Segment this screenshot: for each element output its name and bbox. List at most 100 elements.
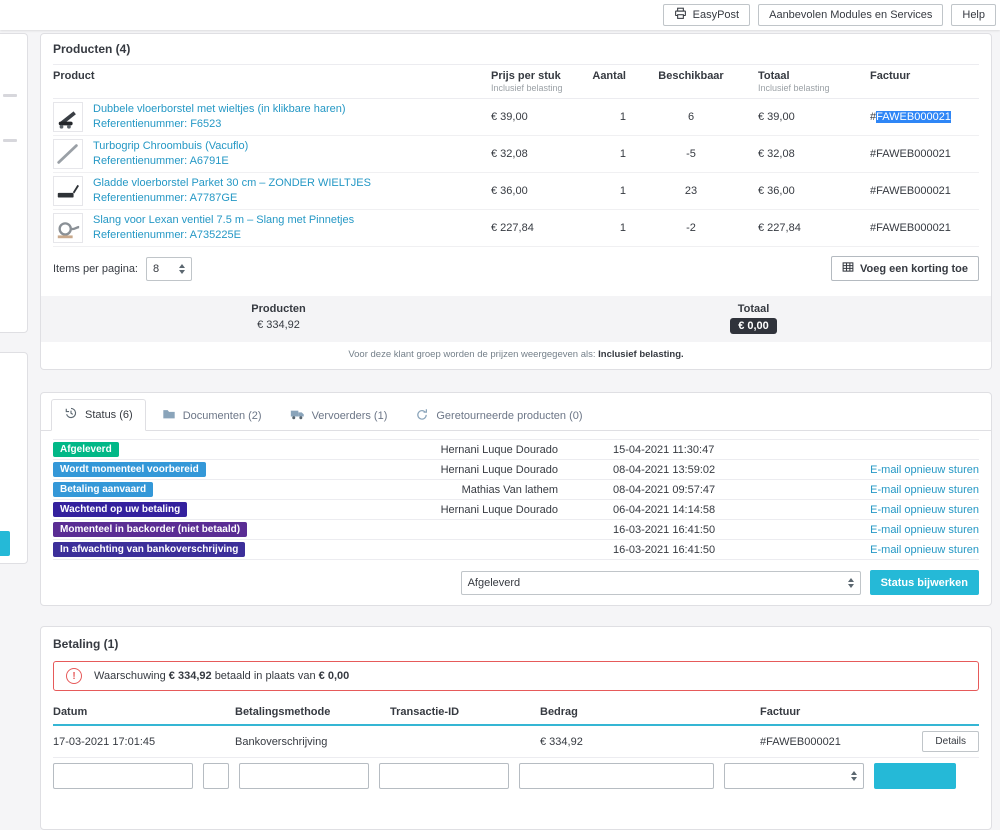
payment-date-input[interactable] — [53, 763, 193, 789]
tax-display-footnote: Voor deze klant groep worden de prijzen … — [53, 342, 979, 369]
status-history-list: Afgeleverd Hernani Luque Dourado 15-04-2… — [53, 439, 979, 560]
resend-email-link[interactable]: E-mail opnieuw sturen — [808, 484, 979, 496]
product-invoice: #FAWEB000021 — [856, 185, 979, 197]
status-row: Momenteel in backorder (niet betaald) 16… — [53, 520, 979, 540]
product-total: € 32,08 — [746, 148, 856, 160]
left-panel-fragment-top — [0, 33, 28, 333]
product-unit-price: € 227,84 — [491, 222, 591, 234]
tab-documents[interactable]: Documenten (2) — [150, 401, 274, 431]
status-date: 06-04-2021 14:14:58 — [558, 504, 808, 516]
payment-warning-alert: ! Waarschuwing € 334,92 betaald in plaat… — [53, 661, 979, 691]
printer-icon — [674, 7, 687, 23]
status-row: In afwachting van bankoverschrijving 16-… — [53, 540, 979, 560]
add-payment-button[interactable] — [874, 763, 956, 789]
resend-email-link[interactable]: E-mail opnieuw sturen — [808, 544, 979, 556]
product-total: € 227,84 — [746, 222, 856, 234]
status-badge: In afwachting van bankoverschrijving — [53, 542, 245, 558]
tab-status[interactable]: Status (6) — [51, 399, 146, 431]
product-quantity: 1 — [591, 111, 636, 123]
status-row: Wachtend op uw betaling Hernani Luque Do… — [53, 500, 979, 520]
history-icon — [64, 406, 78, 423]
product-quantity: 1 — [591, 148, 636, 160]
status-date: 16-03-2021 16:41:50 — [558, 544, 808, 556]
recommended-modules-button[interactable]: Aanbevolen Modules en Services — [758, 4, 943, 26]
product-reference: Referentienummer: A6791E — [93, 154, 248, 169]
product-reference: Referentienummer: A735225E — [93, 228, 354, 243]
payment-invoice: #FAWEB000021 — [760, 736, 910, 748]
payment-method-input[interactable] — [239, 763, 369, 789]
status-badge: Momenteel in backorder (niet betaald) — [53, 522, 247, 538]
status-date: 16-03-2021 16:41:50 — [558, 524, 808, 536]
resend-email-link[interactable]: E-mail opnieuw sturen — [808, 464, 979, 476]
col-transaction-id: Transactie-ID — [390, 706, 540, 718]
product-total: € 39,00 — [746, 111, 856, 123]
add-discount-button[interactable]: Voeg een korting toe — [831, 256, 979, 281]
status-employee: Mathias Van lathem — [403, 484, 558, 496]
product-quantity: 1 — [591, 222, 636, 234]
product-unit-price: € 36,00 — [491, 185, 591, 197]
summary-products-label: Producten — [41, 303, 516, 315]
payment-date: 17-03-2021 17:01:45 — [53, 736, 235, 748]
col-invoice: Factuur — [856, 70, 979, 82]
product-quantity: 1 — [591, 185, 636, 197]
product-thumbnail — [53, 139, 83, 169]
amount-input[interactable] — [519, 763, 714, 789]
status-select[interactable]: Afgeleverd — [461, 571, 861, 595]
transaction-id-input[interactable] — [379, 763, 509, 789]
status-employee: Hernani Luque Dourado — [403, 464, 558, 476]
product-name-link[interactable]: Slang voor Lexan ventiel 7.5 m – Slang m… — [93, 213, 354, 228]
col-total-note: Inclusief belasting — [758, 83, 856, 93]
product-row: Gladde vloerborstel Parket 30 cm – ZONDE… — [53, 173, 979, 210]
resend-email-link[interactable]: E-mail opnieuw sturen — [808, 504, 979, 516]
invoice-select[interactable] — [724, 763, 864, 789]
product-invoice: #FAWEB000021 — [856, 111, 979, 123]
items-per-page-value: 8 — [153, 263, 159, 275]
tab-carriers-label: Vervoerders (1) — [312, 410, 388, 422]
status-select-value: Afgeleverd — [468, 577, 521, 589]
product-name-link[interactable]: Dubbele vloerborstel met wieltjes (in kl… — [93, 102, 346, 117]
product-thumbnail — [53, 102, 83, 132]
product-available: 6 — [636, 111, 746, 123]
col-unit-price-note: Inclusief belasting — [491, 83, 591, 93]
payment-details-button[interactable]: Details — [922, 731, 979, 752]
tab-returned-products[interactable]: Geretourneerde producten (0) — [403, 401, 594, 431]
easypost-button-label: EasyPost — [693, 9, 739, 21]
calendar-button[interactable] — [203, 763, 229, 789]
summary-total-badge: € 0,00 — [730, 318, 777, 334]
status-date: 08-04-2021 09:57:47 — [558, 484, 808, 496]
help-button[interactable]: Help — [951, 4, 996, 26]
items-per-page-select[interactable]: 8 — [146, 257, 192, 281]
resend-email-link[interactable]: E-mail opnieuw sturen — [808, 524, 979, 536]
status-employee: Hernani Luque Dourado — [403, 444, 558, 456]
products-panel: Producten (4) Product Prijs per stuk Inc… — [40, 33, 992, 370]
tab-carriers[interactable]: Vervoerders (1) — [278, 401, 400, 431]
status-tabbar: Status (6) Documenten (2) Vervoerders (1… — [41, 393, 991, 431]
col-unit-price: Prijs per stuk — [491, 70, 591, 82]
product-total: € 36,00 — [746, 185, 856, 197]
status-panel: Status (6) Documenten (2) Vervoerders (1… — [40, 392, 992, 606]
col-quantity: Aantal — [591, 70, 636, 82]
col-available: Beschikbaar — [636, 70, 746, 82]
status-date: 15-04-2021 11:30:47 — [558, 444, 808, 456]
products-panel-title: Producten (4) — [53, 40, 979, 64]
payment-warning-text: Waarschuwing € 334,92 betaald in plaats … — [94, 670, 349, 682]
left-cutoff-teal-button[interactable] — [0, 531, 10, 556]
status-date: 08-04-2021 13:59:02 — [558, 464, 808, 476]
status-badge: Betaling aanvaard — [53, 482, 153, 498]
col-product: Product — [53, 70, 491, 82]
tab-documents-label: Documenten (2) — [183, 410, 262, 422]
product-name-link[interactable]: Turbogrip Chroombuis (Vacuflo) — [93, 139, 248, 154]
payment-panel-title: Betaling (1) — [53, 637, 979, 653]
payment-method: Bankoverschrijving — [235, 736, 390, 748]
col-payment-date: Datum — [53, 706, 235, 718]
add-payment-form — [53, 763, 979, 789]
product-row: Turbogrip Chroombuis (Vacuflo) Referenti… — [53, 136, 979, 173]
status-badge: Wachtend op uw betaling — [53, 502, 187, 518]
select-arrows-icon — [848, 578, 854, 588]
easypost-button[interactable]: EasyPost — [663, 4, 750, 26]
warning-icon: ! — [66, 668, 82, 684]
update-status-button[interactable]: Status bijwerken — [870, 570, 979, 595]
product-available: -2 — [636, 222, 746, 234]
product-row: Dubbele vloerborstel met wieltjes (in kl… — [53, 99, 979, 136]
product-name-link[interactable]: Gladde vloerborstel Parket 30 cm – ZONDE… — [93, 176, 371, 191]
